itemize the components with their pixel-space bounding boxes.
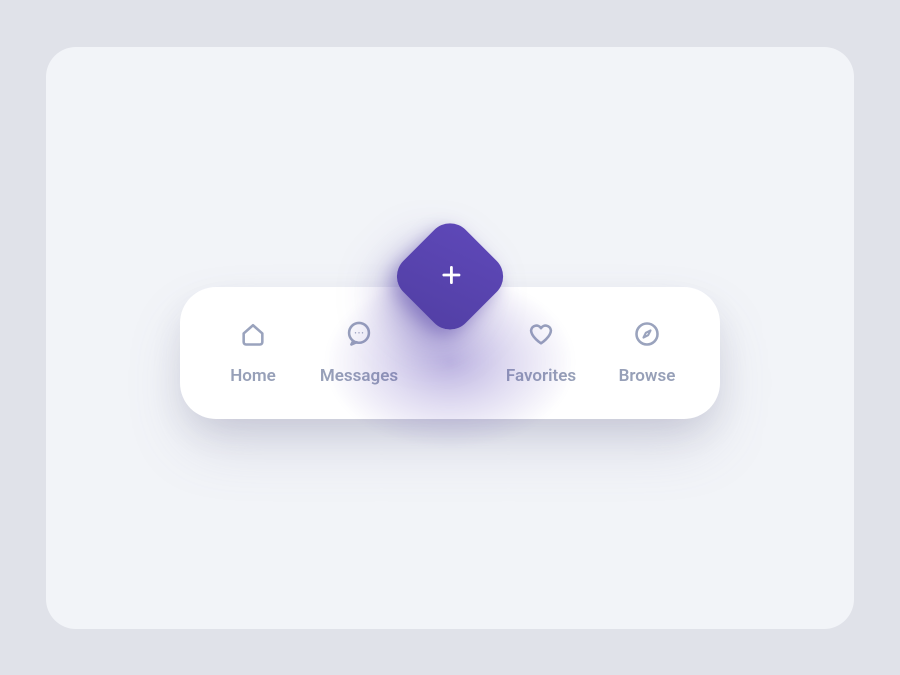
plus-icon: [430, 256, 470, 296]
app-card: Home Messages: [46, 47, 854, 629]
nav-item-messages[interactable]: Messages: [314, 320, 404, 386]
messages-icon: [345, 320, 373, 348]
compass-icon: [633, 320, 661, 348]
home-icon: [239, 320, 267, 348]
nav-item-label: Browse: [619, 366, 676, 386]
heart-icon: [527, 320, 555, 348]
nav-item-label: Home: [230, 366, 276, 386]
nav-item-label: Messages: [320, 366, 398, 386]
nav-item-favorites[interactable]: Favorites: [496, 320, 586, 386]
nav-item-label: Favorites: [506, 366, 576, 386]
bottom-nav: Home Messages: [180, 287, 720, 419]
nav-item-browse[interactable]: Browse: [602, 320, 692, 386]
nav-item-home[interactable]: Home: [208, 320, 298, 386]
